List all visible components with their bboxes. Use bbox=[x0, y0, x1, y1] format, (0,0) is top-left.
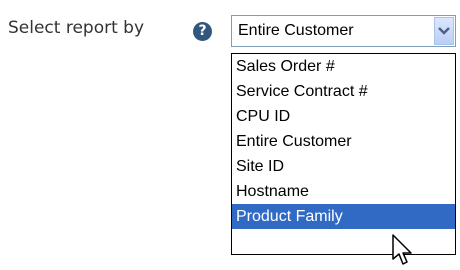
report-type-dropdown-list: Sales Order # Service Contract # CPU ID … bbox=[231, 53, 456, 255]
option-product-family[interactable]: Product Family bbox=[232, 204, 455, 229]
option-cpu-id[interactable]: CPU ID bbox=[232, 104, 455, 129]
option-hostname[interactable]: Hostname bbox=[232, 179, 455, 204]
report-by-label: Select report by bbox=[8, 18, 145, 38]
option-site-id[interactable]: Site ID bbox=[232, 154, 455, 179]
option-service-contract[interactable]: Service Contract # bbox=[232, 79, 455, 104]
help-icon[interactable]: ? bbox=[193, 22, 212, 41]
chevron-down-icon bbox=[438, 27, 450, 35]
select-current-value: Entire Customer bbox=[238, 22, 354, 39]
dropdown-arrow-button[interactable] bbox=[434, 17, 454, 45]
report-type-select[interactable]: Entire Customer bbox=[231, 15, 456, 47]
pointer-cursor-icon bbox=[392, 234, 412, 265]
option-sales-order[interactable]: Sales Order # bbox=[232, 54, 455, 79]
option-entire-customer[interactable]: Entire Customer bbox=[232, 129, 455, 154]
